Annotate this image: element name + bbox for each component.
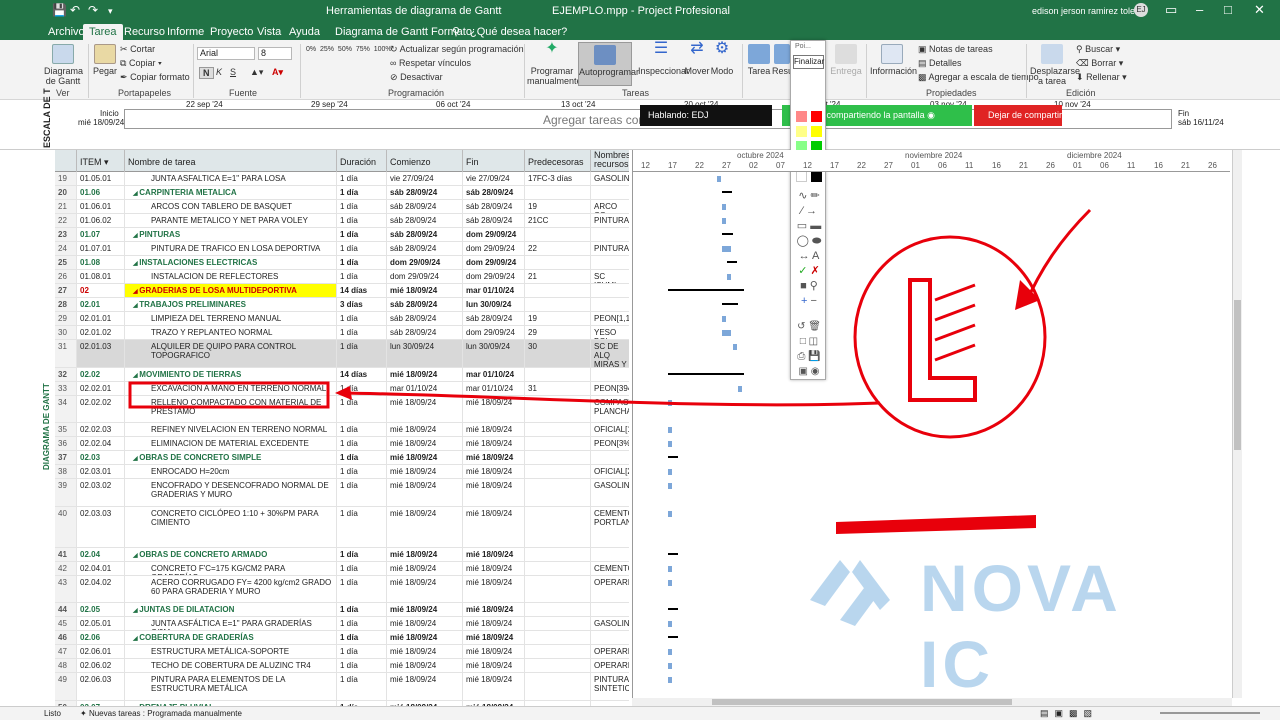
annotation-highlight-box bbox=[128, 381, 330, 409]
zoom-slider[interactable] bbox=[1160, 712, 1260, 714]
annotation-bar bbox=[836, 515, 1036, 534]
status-ready: Listo bbox=[44, 709, 61, 718]
annotation-hatch bbox=[934, 283, 976, 362]
annotation-layer bbox=[128, 208, 1092, 534]
status-new-tasks[interactable]: ✦ Nuevas tareas : Programada manualmente bbox=[80, 709, 242, 718]
annotation-circle bbox=[853, 235, 1047, 439]
pin-icon: ✦ bbox=[80, 709, 87, 718]
view-shortcuts[interactable]: ▤▣▩▧ bbox=[1040, 708, 1098, 719]
annotation-arrow bbox=[339, 391, 881, 407]
status-bar: Listo ✦ Nuevas tareas : Programada manua… bbox=[0, 706, 1280, 720]
